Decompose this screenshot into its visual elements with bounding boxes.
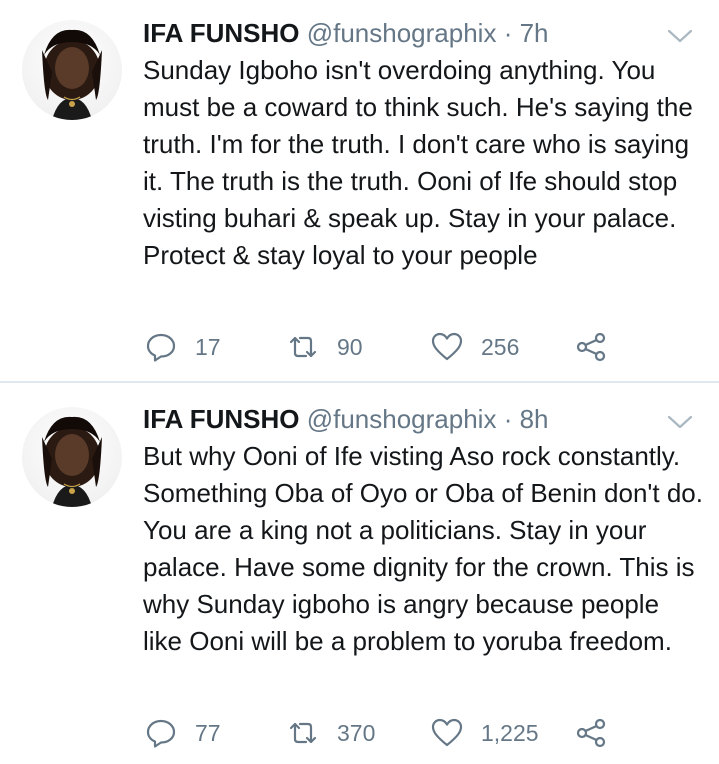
- heart-icon: [431, 718, 463, 747]
- timestamp[interactable]: 7h: [520, 18, 549, 48]
- heart-icon: [431, 332, 463, 361]
- like-count: 256: [481, 333, 520, 360]
- reply-button[interactable]: 77: [145, 713, 221, 753]
- avatar[interactable]: [22, 407, 122, 507]
- avatar[interactable]: [22, 20, 122, 120]
- reply-count: 77: [195, 719, 221, 746]
- share-button[interactable]: [575, 713, 607, 753]
- reply-button[interactable]: 17: [145, 327, 221, 367]
- tweet-actions: 17 90 256: [143, 327, 683, 367]
- timestamp[interactable]: 8h: [520, 404, 549, 434]
- retweet-count: 370: [337, 719, 376, 746]
- reply-count: 17: [195, 333, 221, 360]
- share-button[interactable]: [575, 327, 607, 367]
- like-button[interactable]: 1,225: [431, 713, 539, 753]
- retweet-button[interactable]: 370: [287, 713, 375, 753]
- display-name[interactable]: IFA FUNSHO: [143, 404, 299, 434]
- user-handle[interactable]: @funshographix: [307, 18, 497, 48]
- tweet[interactable]: IFA FUNSHO @funshographix · 7h Sunday Ig…: [0, 0, 719, 382]
- tweet[interactable]: IFA FUNSHO @funshographix · 8h But why O…: [0, 383, 719, 764]
- retweet-icon: [289, 722, 317, 744]
- tweet-header: IFA FUNSHO @funshographix · 7h: [143, 16, 549, 50]
- tweet-actions: 77 370 1,225: [143, 713, 683, 753]
- like-button[interactable]: 256: [431, 327, 519, 367]
- tweet-text: Sunday Igboho isn't overdoing anything. …: [143, 55, 693, 270]
- tweet-header: IFA FUNSHO @funshographix · 8h: [143, 402, 549, 436]
- reply-icon: [146, 333, 176, 362]
- share-icon: [576, 718, 606, 748]
- separator: ·: [503, 18, 513, 48]
- user-handle[interactable]: @funshographix: [307, 404, 497, 434]
- display-name[interactable]: IFA FUNSHO: [143, 18, 299, 48]
- retweet-icon: [289, 336, 317, 358]
- chevron-down-icon[interactable]: [666, 26, 694, 46]
- separator: ·: [503, 404, 513, 434]
- chevron-down-icon[interactable]: [666, 412, 694, 432]
- share-icon: [576, 332, 606, 362]
- tweet-text: But why Ooni of Ife visting Aso rock con…: [143, 441, 703, 656]
- like-count: 1,225: [481, 719, 539, 746]
- reply-icon: [146, 719, 176, 748]
- retweet-button[interactable]: 90: [287, 327, 363, 367]
- retweet-count: 90: [337, 333, 363, 360]
